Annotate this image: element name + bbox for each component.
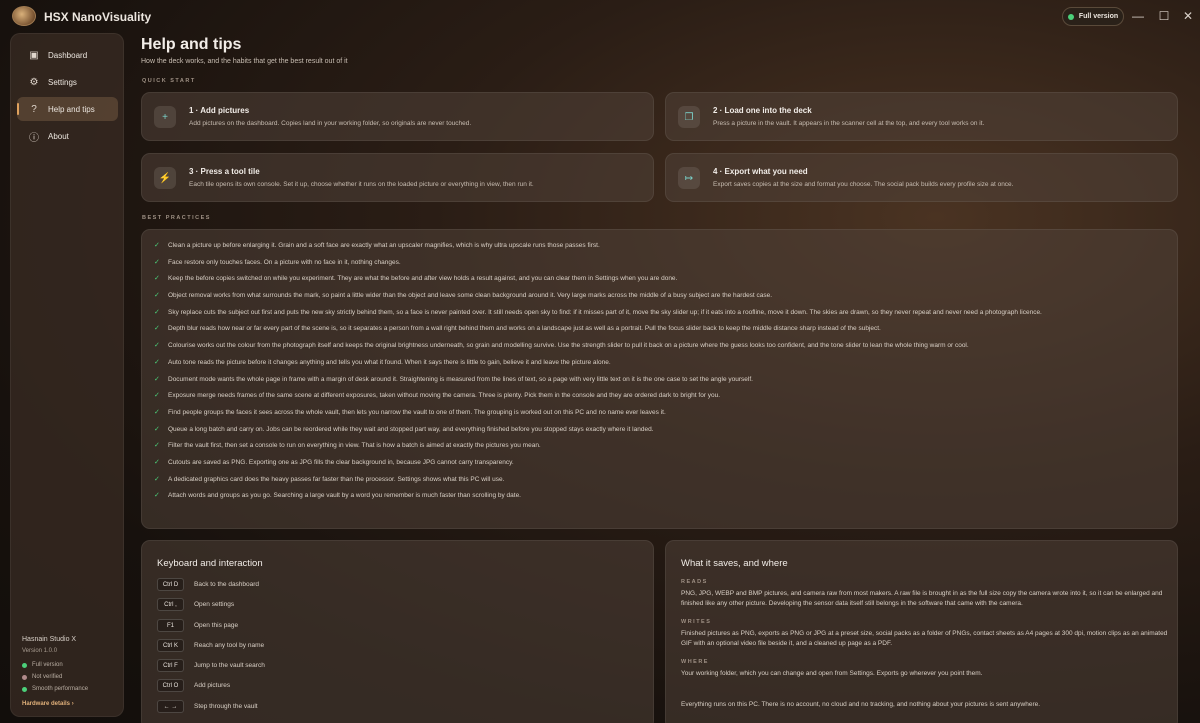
status-not-verified: Not verified	[22, 674, 62, 680]
shortcut-key: Ctrl F	[157, 659, 184, 672]
close-icon[interactable]: ✕	[1178, 7, 1198, 25]
app-logo	[12, 6, 36, 26]
check-icon: ✓	[154, 342, 160, 350]
status-performance: Smooth performance	[22, 686, 88, 692]
bolt-icon: ⚡	[154, 167, 176, 189]
sidebar-item-dashboard[interactable]: ▣ Dashboard	[17, 43, 118, 67]
title-bar: HSX NanoVisuality Full version — ☐ ✕	[0, 0, 1200, 32]
check-icon: ✓	[154, 242, 160, 249]
where-text: Your working folder, which you can chang…	[681, 670, 983, 677]
check-icon: ✓	[154, 408, 160, 416]
check-icon: ✓	[154, 458, 160, 466]
list-item: ✓ Clean a picture up before enlarging it.…	[154, 242, 600, 249]
shortcut-row: Ctrl O Add pictures	[157, 679, 230, 692]
list-item: ✓ Object removal works from what surround…	[154, 292, 773, 300]
best-practices-card: ✓ Clean a picture up before enlarging it.…	[141, 229, 1178, 529]
list-item: ✓ Queue a long batch and carry on. Jobs c…	[154, 425, 654, 433]
check-icon: ✓	[154, 258, 160, 266]
list-item: ✓ A dedicated graphics card does the heav…	[154, 475, 505, 483]
sidebar-item-about[interactable]: ⓘ About	[17, 124, 118, 148]
writes-text: Finished pictures as PNG, exports as PNG…	[681, 630, 1168, 647]
shortcut-row: ← → Step through the vault	[157, 700, 258, 713]
status-dot-icon	[22, 674, 27, 680]
list-item: ✓ Face restore only touches faces. On a p…	[154, 258, 401, 266]
check-icon: ✓	[154, 325, 160, 333]
status-dot-icon	[22, 662, 27, 668]
saves-card: What it saves, and where READS PNG, JPG,…	[665, 540, 1178, 723]
plus-icon: +	[154, 106, 176, 128]
where-label: WHERE	[681, 659, 709, 665]
maximize-icon[interactable]: ☐	[1154, 7, 1174, 25]
keyboard-title: Keyboard and interaction	[157, 558, 263, 569]
list-item: ✓ Find people groups the faces it sees ac…	[154, 408, 666, 416]
check-icon: ✓	[154, 492, 160, 500]
minimize-icon[interactable]: —	[1128, 7, 1148, 25]
page-title: Help and tips	[141, 36, 242, 53]
reads-text: PNG, JPG, WEBP and BMP pictures, and cam…	[681, 590, 1163, 607]
list-item: ✓ Attach words and groups as you go. Sear…	[154, 492, 521, 500]
page-subtitle: How the deck works, and the habits that …	[141, 58, 348, 65]
gear-icon: ⚙	[29, 76, 39, 88]
list-item: ✓ Colourise works out the colour from the…	[154, 342, 969, 350]
quick-start-step-2: ❐ 2 · Load one into the deck Press a pic…	[665, 92, 1178, 141]
privacy-text: Everything runs on this PC. There is no …	[681, 701, 1041, 708]
shortcut-row: Ctrl D Back to the dashboard	[157, 578, 259, 591]
list-item: ✓ Depth blur reads how near or far every …	[154, 325, 881, 333]
studio-name: Hasnain Studio X	[22, 636, 77, 643]
reads-label: READS	[681, 579, 708, 585]
check-icon: ✓	[154, 292, 160, 300]
keyboard-card: Keyboard and interaction Ctrl D Back to …	[141, 540, 654, 723]
dashboard-icon: ▣	[29, 49, 39, 61]
shortcut-key: Ctrl D	[157, 578, 184, 591]
check-icon: ✓	[154, 308, 160, 316]
check-icon: ✓	[154, 442, 160, 450]
list-item: ✓ Document mode wants the whole page in f…	[154, 375, 753, 383]
list-item: ✓ Exposure merge needs frames of the same…	[154, 392, 721, 400]
status-dot-icon	[1067, 13, 1074, 20]
shortcut-key: Ctrl O	[157, 679, 184, 692]
sidebar-item-settings[interactable]: ⚙ Settings	[17, 70, 118, 94]
quick-start-step-4: ↦ 4 · Export what you need Export saves …	[665, 153, 1178, 202]
hardware-details-link[interactable]: Hardware details ›	[22, 701, 74, 707]
export-icon: ↦	[678, 167, 700, 189]
quick-start-step-3: ⚡ 3 · Press a tool tile Each tile opens …	[141, 153, 654, 202]
check-icon: ✓	[154, 275, 160, 283]
shortcut-key: ← →	[157, 700, 184, 713]
best-practices-list: ✓ Clean a picture up before enlarging it.…	[154, 241, 1174, 508]
saves-title: What it saves, and where	[681, 558, 788, 569]
check-icon: ✓	[154, 375, 160, 383]
list-item: ✓ Cutouts are saved as PNG. Exporting one…	[154, 458, 514, 466]
best-practices-label: BEST PRACTICES	[142, 215, 211, 221]
check-icon: ✓	[154, 475, 160, 483]
list-item: ✓ Filter the vault first, then set a cons…	[154, 442, 541, 450]
list-item: ✓ Keep the before copies switched on whil…	[154, 275, 678, 283]
layers-icon: ❐	[678, 106, 700, 128]
status-dot-icon	[22, 686, 27, 692]
check-icon: ✓	[154, 358, 160, 366]
shortcut-row: Ctrl K Reach any tool by name	[157, 639, 264, 652]
sidebar: ▣ Dashboard ⚙ Settings ? Help and tips ⓘ…	[10, 33, 124, 717]
quick-start-step-1: + 1 · Add pictures Add pictures on the d…	[141, 92, 654, 141]
version-badge[interactable]: Full version	[1062, 7, 1124, 26]
app-version: Version 1.0.0	[22, 648, 58, 654]
shortcut-key: F1	[157, 619, 184, 632]
list-item: ✓ Sky replace cuts the subject out first …	[154, 308, 1042, 316]
shortcut-row: Ctrl F Jump to the vault search	[157, 659, 265, 672]
shortcut-key: Ctrl K	[157, 639, 184, 652]
main-content: Help and tips How the deck works, and th…	[124, 33, 1190, 723]
quick-start-label: QUICK START	[142, 78, 196, 84]
shortcut-row: F1 Open this page	[157, 619, 238, 632]
info-icon: ⓘ	[29, 132, 39, 144]
check-icon: ✓	[154, 425, 160, 433]
question-icon: ?	[31, 103, 37, 115]
writes-label: WRITES	[681, 619, 712, 625]
shortcut-row: Ctrl , Open settings	[157, 598, 234, 611]
check-icon: ✓	[154, 392, 160, 400]
sidebar-item-help[interactable]: ? Help and tips	[17, 97, 118, 121]
app-title: HSX NanoVisuality	[44, 10, 152, 24]
list-item: ✓ Auto tone reads the picture before it c…	[154, 358, 611, 366]
status-full-version: Full version	[22, 662, 63, 668]
shortcut-key: Ctrl ,	[157, 598, 184, 611]
